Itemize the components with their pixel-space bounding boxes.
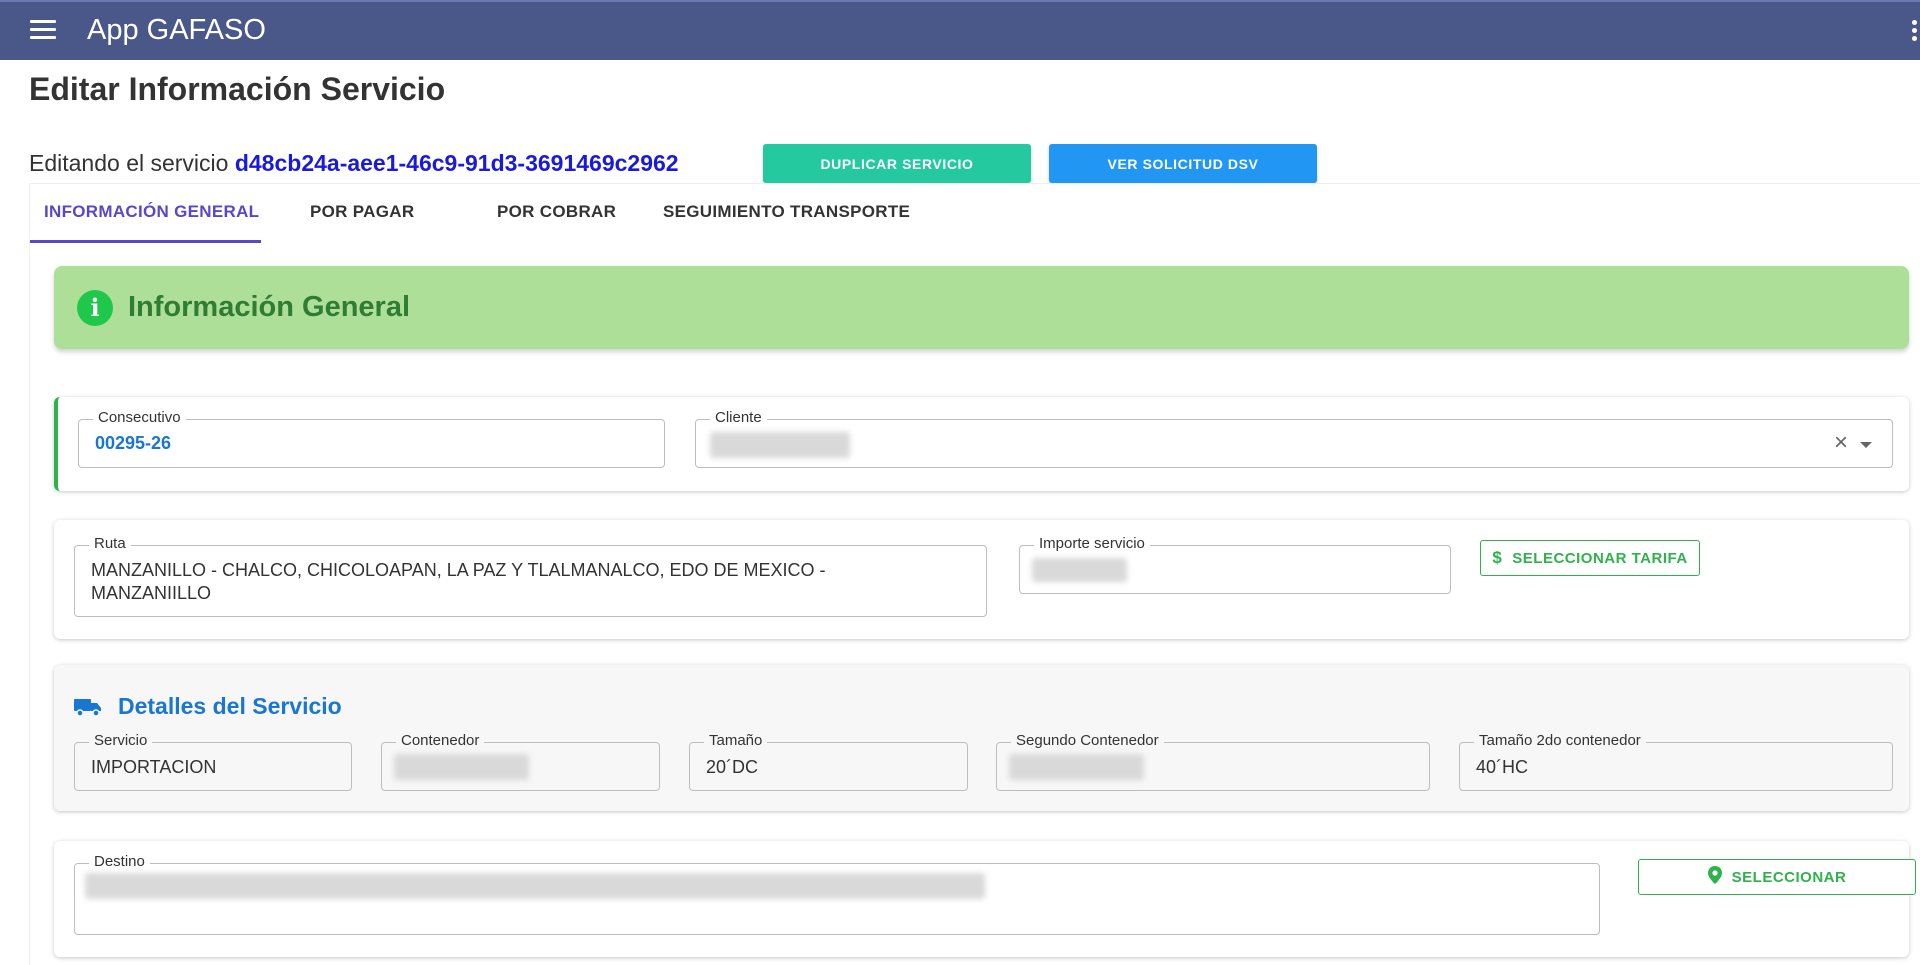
view-dsv-request-button[interactable]: VER SOLICITUD DSV — [1049, 144, 1317, 183]
editing-prefix: Editando el servicio — [29, 150, 229, 176]
importe-label: Importe servicio — [1034, 535, 1150, 552]
destino-field[interactable]: Destino — [74, 853, 1600, 935]
clear-icon[interactable]: × — [1834, 429, 1848, 457]
destino-value-redacted — [85, 873, 985, 899]
importe-field[interactable]: Importe servicio — [1019, 535, 1451, 594]
tamano-2-label: Tamaño 2do contenedor — [1474, 732, 1646, 749]
banner-title: Información General — [128, 291, 411, 323]
consecutivo-label: Consecutivo — [93, 409, 186, 426]
select-destino-button[interactable]: SELECCIONAR — [1638, 859, 1916, 895]
select-tarifa-button[interactable]: $ SELECCIONAR TARIFA — [1480, 540, 1700, 576]
segundo-contenedor-label: Segundo Contenedor — [1011, 732, 1164, 749]
editing-caption: Editando el servicio d48cb24a-aee1-46c9-… — [29, 150, 679, 177]
servicio-field[interactable]: Servicio IMPORTACION — [74, 732, 352, 791]
select-destino-label: SELECCIONAR — [1731, 868, 1847, 886]
importe-value-redacted — [1032, 558, 1127, 582]
consecutivo-field[interactable]: Consecutivo 00295-26 — [78, 409, 665, 468]
page-title: Editar Información Servicio — [29, 71, 446, 107]
tab-por-cobrar[interactable]: POR COBRAR — [497, 202, 616, 222]
cliente-label: Cliente — [710, 409, 767, 426]
ruta-field[interactable]: Ruta MANZANILLO - CHALCO, CHICOLOAPAN, L… — [74, 535, 987, 617]
tamano-field[interactable]: Tamaño 20´DC — [689, 732, 968, 791]
general-info-banner: i Información General — [54, 266, 1909, 349]
ruta-label: Ruta — [89, 535, 131, 552]
destino-label: Destino — [89, 853, 150, 870]
tab-informacion-general[interactable]: INFORMACIÓN GENERAL — [44, 202, 259, 222]
main-panel: INFORMACIÓN GENERAL POR PAGAR POR COBRAR… — [29, 183, 1920, 965]
details-card: Detalles del Servicio Servicio IMPORTACI… — [54, 665, 1909, 811]
segundo-contenedor-value-redacted — [1009, 754, 1144, 780]
segundo-contenedor-field[interactable]: Segundo Contenedor — [996, 732, 1430, 791]
tab-por-pagar[interactable]: POR PAGAR — [310, 202, 414, 222]
menu-icon[interactable] — [30, 20, 56, 42]
tab-seguimiento-transporte[interactable]: SEGUIMIENTO TRANSPORTE — [663, 202, 910, 222]
cliente-select[interactable]: Cliente × — [695, 409, 1893, 468]
duplicate-service-button[interactable]: DUPLICAR SERVICIO — [763, 144, 1031, 183]
truck-icon — [74, 697, 102, 717]
tamano-label: Tamaño — [704, 732, 768, 749]
tab-bar: INFORMACIÓN GENERAL POR PAGAR POR COBRAR… — [30, 184, 1920, 243]
contenedor-label: Contenedor — [396, 732, 485, 749]
tamano-2-value: 40´HC — [1476, 757, 1529, 777]
app-title: App GAFASO — [87, 14, 266, 46]
servicio-label: Servicio — [89, 732, 153, 749]
details-title: Detalles del Servicio — [118, 693, 342, 719]
contenedor-value-redacted — [394, 754, 529, 780]
contenedor-field[interactable]: Contenedor — [381, 732, 660, 791]
info-icon: i — [77, 290, 113, 326]
cliente-value-redacted — [710, 432, 850, 458]
select-tarifa-label: SELECCIONAR TARIFA — [1512, 549, 1688, 567]
ruta-line-2: MANZANIILLO — [91, 583, 212, 603]
service-id: d48cb24a-aee1-46c9-91d3-3691469c2962 — [234, 150, 679, 176]
tamano-value: 20´DC — [706, 757, 759, 777]
app-bar: App GAFASO — [0, 0, 1920, 60]
dollar-icon: $ — [1492, 548, 1503, 567]
tamano-2-field[interactable]: Tamaño 2do contenedor 40´HC — [1459, 732, 1893, 791]
location-pin-icon — [1707, 866, 1722, 888]
consecutivo-value: 00295-26 — [95, 433, 172, 453]
servicio-value: IMPORTACION — [91, 757, 217, 777]
destino-card: Destino SELECCIONAR — [54, 841, 1916, 957]
route-card: Ruta MANZANILLO - CHALCO, CHICOLOAPAN, L… — [54, 520, 1909, 639]
dropdown-caret-icon[interactable] — [1860, 442, 1872, 448]
ruta-line-1: MANZANILLO - CHALCO, CHICOLOAPAN, LA PAZ… — [91, 560, 826, 580]
general-card: Consecutivo 00295-26 Cliente × — [54, 397, 1909, 491]
active-tab-indicator — [30, 240, 261, 243]
more-options-icon[interactable] — [1912, 20, 1920, 44]
